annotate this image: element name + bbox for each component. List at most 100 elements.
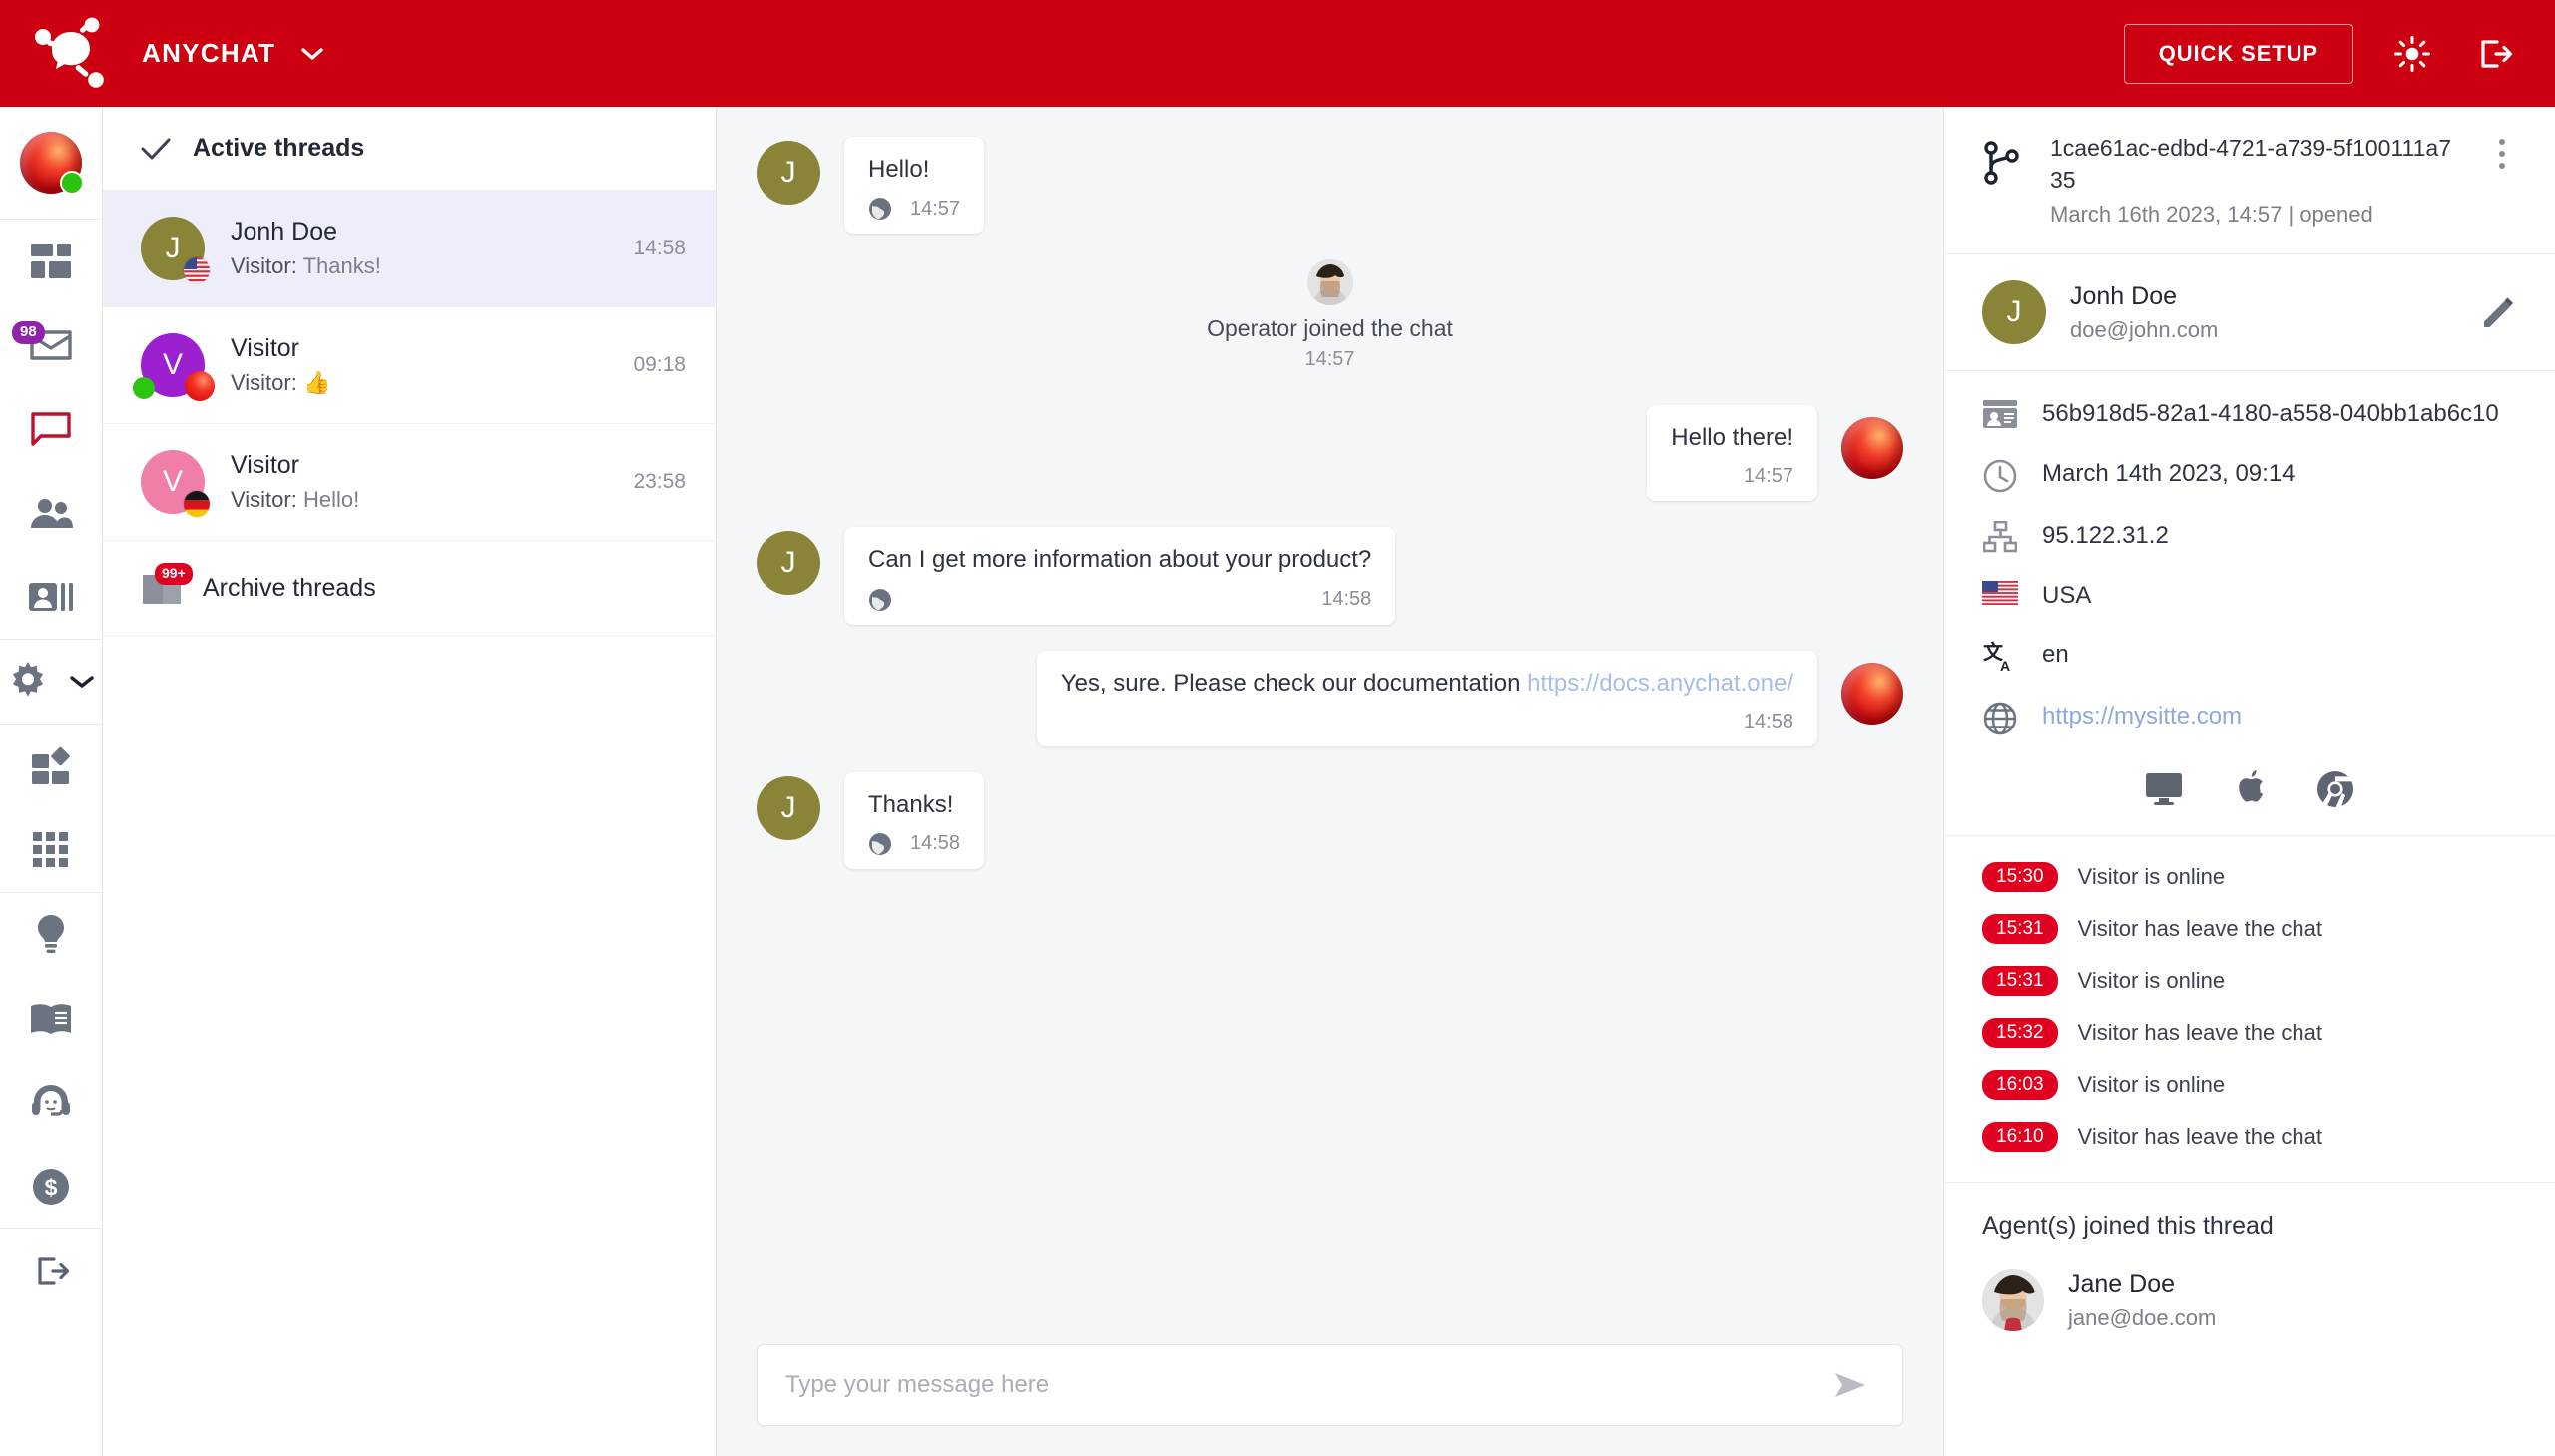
thread-preview: Visitor: Thanks! [231,253,607,279]
detail-row-ip: 95.122.31.2 [1982,519,2517,553]
event-time: 15:30 [1982,862,2058,893]
message-text: Hello there! [1671,424,1793,452]
chat-bubble-icon [29,410,73,448]
message-bubble: Yes, sure. Please check our documentatio… [1036,650,1817,746]
event-row: 16:10 Visitor has leave the chat [1982,1122,2517,1153]
sidebar-item-tips[interactable] [0,893,102,977]
message-time: 14:58 [1321,588,1372,611]
sidebar-item-support[interactable] [0,1061,102,1145]
logout-icon[interactable] [2471,31,2517,77]
message-meta: 14:58 [868,588,1371,612]
event-row: 16:03 Visitor is online [1982,1070,2517,1101]
dashboard-icon [30,243,72,280]
inbox-badge: 98 [12,321,45,344]
chevron-down-icon[interactable] [301,47,323,61]
send-arrow-icon[interactable] [1828,1362,1874,1408]
system-message-text: Operator joined the chat [1207,315,1453,342]
thread-text: Visitor Visitor: Hello! [231,451,607,513]
rail-group-profile [0,107,102,220]
left-rail: 98 $ [0,107,103,1456]
message-meta: 14:57 [868,197,960,221]
event-row: 15:31 Visitor has leave the chat [1982,914,2517,945]
quick-setup-button[interactable]: QUICK SETUP [2123,23,2353,84]
avatar-initial: J [165,232,181,264]
documentation-link[interactable]: https://docs.anychat.one/ [1527,670,1793,697]
event-text: Visitor is online [2077,1072,2226,1098]
people-icon [29,497,73,529]
sidebar-item-user-avatar[interactable] [0,107,102,219]
event-row: 15:30 Visitor is online [1982,862,2517,893]
event-text: Visitor has leave the chat [2077,1020,2322,1046]
message-bubble: Thanks! 14:58 [844,771,985,869]
rail-group-signout [0,1229,102,1313]
thread-time: 23:58 [633,470,686,493]
sidebar-item-apps[interactable] [0,808,102,892]
detail-row-language: 文 A en [1982,638,2517,674]
event-time: 16:10 [1982,1122,2058,1153]
avatar: J [757,531,820,596]
threads-panel: Active threads J Jonh Doe Visitor: Thank… [103,107,717,1456]
logout-icon [30,1250,72,1292]
thread-preview: Visitor: 👍 [231,370,607,396]
jane-doe-photo [1306,259,1353,306]
message-list[interactable]: J Hello! 14:57 Operator joined the chat … [717,107,1943,1330]
chevron-down-icon[interactable] [70,675,94,689]
composer-box[interactable] [757,1344,1903,1426]
sidebar-item-settings[interactable] [0,640,102,724]
message-time: 14:58 [1743,710,1793,732]
info-panel: 1cae61ac-edbd-4721-a739-5f100111a735 Mar… [1943,107,2555,1456]
sidebar-item-visitors[interactable] [0,471,102,555]
contact-card-icon [1982,397,2018,429]
rail-group-extensions [0,725,102,893]
active-threads-header[interactable]: Active threads [103,107,716,191]
website-link[interactable]: https://mysitte.com [2042,700,2242,733]
pencil-icon[interactable] [2481,294,2517,330]
rail-group-help: $ [0,893,102,1229]
message-text-wrapper: Yes, sure. Please check our documentatio… [1061,668,1793,699]
message-bubble: Hello there! 14:57 [1647,405,1817,502]
online-status-dot [133,377,155,399]
sun-icon[interactable] [2389,31,2435,77]
sidebar-item-contacts[interactable] [0,555,102,639]
sidebar-item-knowledge-base[interactable] [0,977,102,1061]
detail-row-website: https://mysitte.com [1982,700,2517,735]
operator-sphere-dot-icon [185,371,215,401]
avatar-initial: J [780,546,796,580]
body: 98 $ Active threads J Jonh Doe Visitor: … [0,107,2555,1456]
thread-list-item[interactable]: J Jonh Doe Visitor: Thanks! 14:58 [103,191,716,307]
sidebar-item-sign-out[interactable] [0,1229,102,1313]
thread-id: 1cae61ac-edbd-4721-a739-5f100111a735 [2050,135,2451,193]
sidebar-item-dashboard[interactable] [0,220,102,303]
anychat-app: ANYCHAT QUICK SETUP 98 $ Active threads … [0,0,2555,1456]
kebab-menu-icon[interactable] [2487,133,2517,169]
sidebar-item-billing[interactable]: $ [0,1145,102,1228]
brand[interactable]: ANYCHAT [30,14,323,94]
chat-panel: J Hello! 14:57 Operator joined the chat … [717,107,1943,1456]
thread-list-item[interactable]: V Visitor Visitor: Hello! 23:58 [103,424,716,541]
sidebar-item-integrations[interactable] [0,725,102,808]
message-meta: 14:57 [1671,465,1793,488]
composer [717,1330,1943,1456]
avatar-initial: V [162,348,183,381]
thread-preview-text: 👍 [302,370,331,395]
thread-meta: March 16th 2023, 14:57 | opened [2050,202,2373,227]
message-input[interactable] [785,1371,1828,1399]
message-time: 14:57 [1743,465,1793,488]
check-icon [141,137,171,161]
sidebar-item-chats[interactable] [0,387,102,471]
contact-card-icon [28,580,74,614]
svg-text:A: A [2000,658,2010,674]
operator-avatar-icon [20,132,84,195]
thread-preview-text: Hello! [302,487,360,512]
archive-threads-header[interactable]: 99+ Archive threads [103,541,716,636]
detail-value: 56b918d5-82a1-4180-a558-040bb1ab6c10 [2042,400,2499,427]
event-text: Visitor is online [2077,968,2226,994]
anychat-logo-icon [30,14,110,94]
thread-list-item[interactable]: V Visitor Visitor: 👍 09:18 [103,307,716,424]
person-section: J Jonh Doe doe@john.com [1944,254,2555,371]
message-text: Can I get more information about your pr… [868,546,1372,574]
thread-name: Visitor [231,334,300,362]
git-branch-icon [1982,133,2026,185]
desktop-monitor-icon [2144,769,2184,809]
sidebar-item-inbox[interactable]: 98 [0,303,102,387]
